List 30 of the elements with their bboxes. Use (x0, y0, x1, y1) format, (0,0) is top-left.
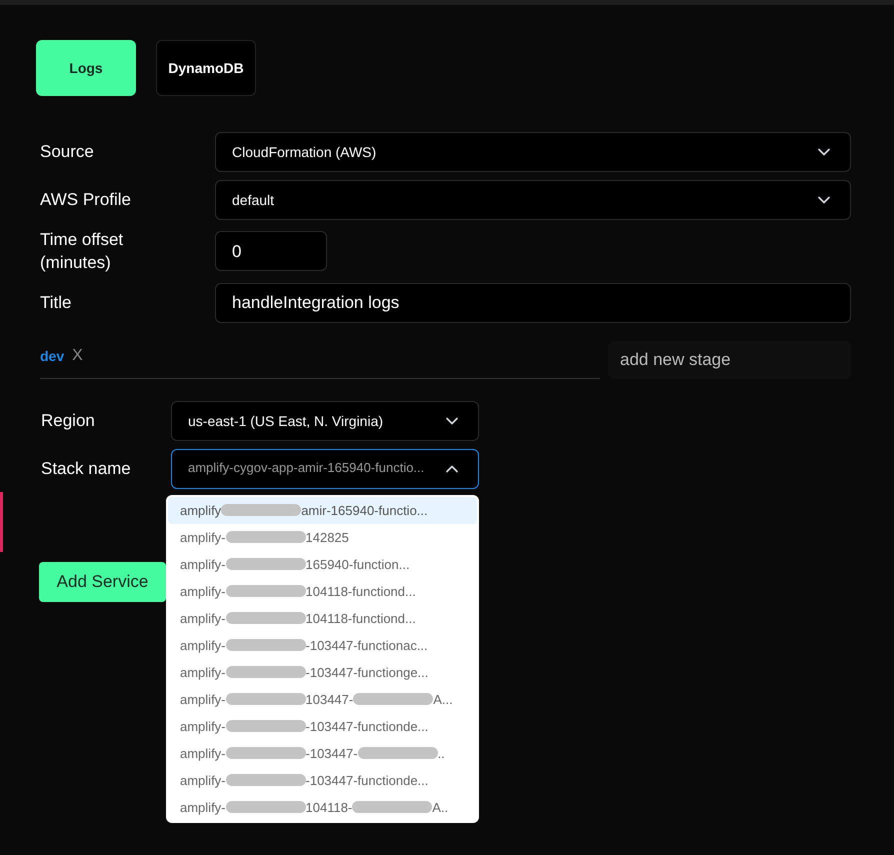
field-label: Source (40, 141, 95, 164)
dropdown-option[interactable]: amplify- 165940-function... (168, 550, 477, 578)
dropdown-option[interactable]: amplify- 104118- A.. (168, 794, 477, 821)
profile-select[interactable]: default (215, 180, 851, 220)
title-field[interactable]: handleIntegration logs (215, 282, 851, 323)
dropdown-option[interactable]: amplify- -103447-functionge... (168, 658, 477, 686)
tab[interactable]: Logs (36, 40, 136, 96)
dropdown-option[interactable]: amplify- 103447- A... (168, 686, 477, 713)
field-label: Title (40, 292, 72, 314)
dropdown-option[interactable]: amplify- 142825 (168, 524, 477, 551)
add-service-button[interactable]: Add Service (39, 562, 166, 602)
dropdown-option[interactable]: amplify- 104118-functiond... (168, 604, 477, 632)
region-select[interactable]: us-east-1 (US East, N. Virginia) (171, 400, 479, 441)
field-label: AWS Profile (40, 189, 132, 212)
dropdown-option[interactable]: amplify- 104118-functiond... (168, 578, 477, 605)
dropdown-option[interactable]: amplify- -103447-functionac... (168, 632, 477, 659)
stage-tag[interactable]: dev (40, 346, 64, 366)
dropdown-option[interactable]: amplify- -103447-functionde... (168, 766, 477, 794)
field-label: Stack name (41, 458, 132, 480)
dropdown-option[interactable]: amplify- -103447-functionde... (168, 712, 477, 740)
stack-name-select[interactable]: amplify-cygov-app-amir-165940-functio... (171, 448, 479, 489)
field-label: Time offset (minutes) (40, 229, 124, 274)
dropdown-option[interactable]: amplify- -103447- .. (168, 740, 477, 767)
remove-button[interactable]: X (72, 348, 83, 364)
time-offset-field[interactable]: 0 (215, 231, 327, 272)
field-label: Region (41, 410, 96, 432)
dropdown-option[interactable]: amplify amir-165940-functio... (168, 496, 477, 524)
source-select[interactable]: CloudFormation (AWS) (215, 132, 851, 172)
new-stage-field[interactable]: add new stage (608, 340, 851, 379)
tab[interactable]: DynamoDB (156, 40, 256, 96)
